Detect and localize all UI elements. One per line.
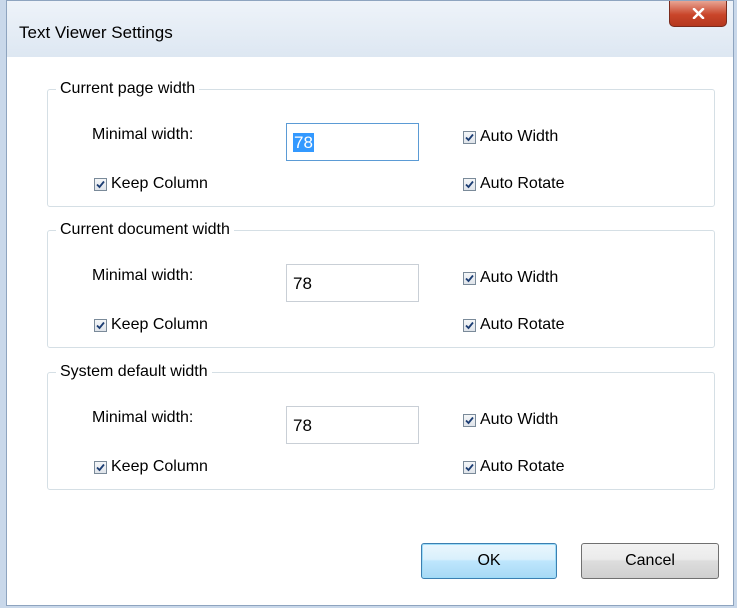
keep-column-checkbox[interactable]: Keep Column: [94, 175, 208, 193]
close-button[interactable]: [669, 1, 727, 27]
auto-width-checkbox[interactable]: Auto Width: [463, 269, 558, 287]
auto-rotate-label: Auto Rotate: [480, 458, 565, 475]
dialog-body: Current page width Minimal width: 78 Aut…: [9, 57, 731, 603]
keep-column-label: Keep Column: [111, 175, 208, 192]
min-width-input[interactable]: 78: [286, 123, 419, 161]
min-width-value: 78: [293, 274, 312, 293]
group-legend: Current page width: [56, 78, 200, 100]
group-legend: System default width: [56, 361, 212, 383]
auto-rotate-label: Auto Rotate: [480, 316, 565, 333]
checkbox-box[interactable]: [463, 460, 476, 474]
auto-width-checkbox[interactable]: Auto Width: [463, 411, 558, 429]
checkbox-box[interactable]: [463, 271, 476, 285]
checkmark-icon: [96, 180, 105, 188]
keep-column-checkbox[interactable]: Keep Column: [94, 316, 208, 334]
checkmark-icon: [465, 416, 474, 424]
ok-button[interactable]: OK: [421, 543, 557, 579]
auto-rotate-checkbox[interactable]: Auto Rotate: [463, 175, 565, 193]
auto-width-label: Auto Width: [480, 269, 559, 286]
dialog-window: Text Viewer Settings Current page width …: [6, 0, 734, 606]
auto-width-label: Auto Width: [480, 128, 559, 145]
checkmark-icon: [465, 321, 474, 329]
checkbox-box[interactable]: [463, 413, 476, 427]
min-width-label: Minimal width:: [92, 267, 194, 284]
auto-rotate-label: Auto Rotate: [480, 175, 565, 192]
checkbox-box[interactable]: [94, 460, 107, 474]
checkbox-box[interactable]: [463, 130, 476, 144]
min-width-input[interactable]: 78: [286, 406, 419, 444]
group-current-document-width: Current document width Minimal width: 78…: [47, 219, 715, 348]
group-legend: Current document width: [56, 219, 234, 241]
checkmark-icon: [96, 463, 105, 471]
min-width-input[interactable]: 78: [286, 264, 419, 302]
min-width-label: Minimal width:: [92, 126, 194, 143]
checkmark-icon: [465, 133, 474, 141]
auto-rotate-checkbox[interactable]: Auto Rotate: [463, 316, 565, 334]
checkmark-icon: [465, 463, 474, 471]
checkmark-icon: [96, 321, 105, 329]
close-icon: [692, 8, 704, 19]
checkbox-box[interactable]: [94, 318, 107, 332]
keep-column-checkbox[interactable]: Keep Column: [94, 458, 208, 476]
group-system-default-width: System default width Minimal width: 78 A…: [47, 361, 715, 490]
title-bar[interactable]: Text Viewer Settings: [7, 1, 733, 57]
checkmark-icon: [465, 274, 474, 282]
auto-width-checkbox[interactable]: Auto Width: [463, 128, 558, 146]
checkbox-box[interactable]: [94, 177, 107, 191]
auto-width-label: Auto Width: [480, 411, 559, 428]
min-width-value: 78: [293, 416, 312, 435]
auto-rotate-checkbox[interactable]: Auto Rotate: [463, 458, 565, 476]
checkbox-box[interactable]: [463, 177, 476, 191]
checkmark-icon: [465, 180, 474, 188]
min-width-value: 78: [293, 133, 314, 152]
keep-column-label: Keep Column: [111, 458, 208, 475]
min-width-label: Minimal width:: [92, 409, 194, 426]
group-current-page-width: Current page width Minimal width: 78 Aut…: [47, 78, 715, 207]
checkbox-box[interactable]: [463, 318, 476, 332]
keep-column-label: Keep Column: [111, 316, 208, 333]
dialog-title: Text Viewer Settings: [19, 23, 173, 42]
cancel-button[interactable]: Cancel: [581, 543, 719, 579]
